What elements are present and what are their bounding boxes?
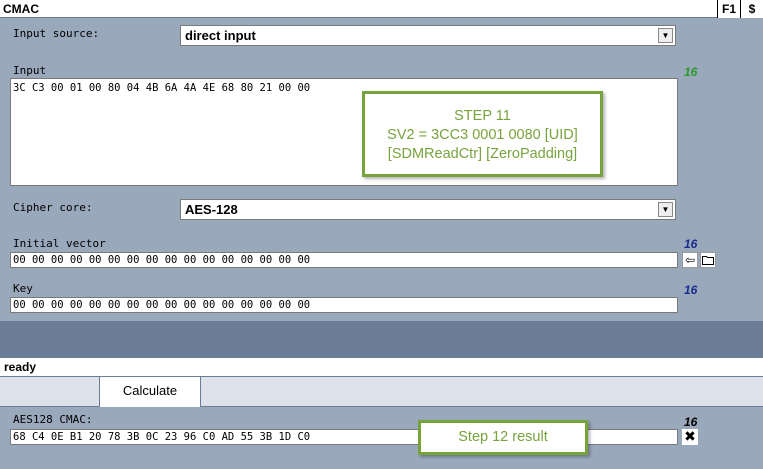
action-toolbar: Calculate xyxy=(0,377,763,407)
step11-line2: SV2 = 3CC3 0001 0080 [UID] xyxy=(387,127,578,143)
input-source-label: Input source: xyxy=(13,27,100,40)
status-text: ready xyxy=(4,360,37,374)
dropdown-arrow-icon[interactable]: ▼ xyxy=(658,28,673,43)
initial-vector-label: Initial vector xyxy=(13,237,106,250)
title-bar: CMAC F1 $ xyxy=(0,0,763,18)
swap-left-icon[interactable]: ⇦ xyxy=(682,252,698,268)
cipher-core-value: AES-128 xyxy=(185,202,238,217)
step11-title: STEP 11 xyxy=(454,108,511,124)
status-bar: ready xyxy=(0,358,763,377)
key-field[interactable]: 00 00 00 00 00 00 00 00 00 00 00 00 00 0… xyxy=(10,297,678,313)
step11-line3: [SDMReadCtr] [ZeroPadding] xyxy=(387,146,578,162)
dollar-button[interactable]: $ xyxy=(740,0,763,18)
result-panel: AES128 CMAC: 16 68 C4 0E B1 20 78 3B 0C … xyxy=(0,408,763,469)
initial-vector-field[interactable]: 00 00 00 00 00 00 00 00 00 00 00 00 00 0… xyxy=(10,252,678,268)
input-source-value: direct input xyxy=(185,28,256,43)
step11-callout: STEP 11 SV2 = 3CC3 0001 0080 [UID] [SDMR… xyxy=(362,91,603,177)
key-byte-count: 16 xyxy=(684,283,698,297)
window-title: CMAC xyxy=(3,2,39,16)
close-icon[interactable]: ✖ xyxy=(682,429,698,445)
calculate-button[interactable]: Calculate xyxy=(99,377,201,407)
input-source-select[interactable]: direct input ▼ xyxy=(180,25,676,46)
folder-open-icon[interactable] xyxy=(700,252,716,268)
help-button[interactable]: F1 xyxy=(717,0,740,18)
step12-callout: Step 12 result xyxy=(418,420,588,455)
result-value: 68 C4 0E B1 20 78 3B 0C 23 96 C0 AD 55 3… xyxy=(13,431,311,443)
input-value: 3C C3 00 01 00 80 04 4B 6A 4A 4E 68 80 2… xyxy=(13,82,311,94)
main-panel: Input source: direct input ▼ Input 16 3C… xyxy=(0,19,763,321)
result-label: AES128 CMAC: xyxy=(13,413,93,426)
key-value: 00 00 00 00 00 00 00 00 00 00 00 00 00 0… xyxy=(13,299,311,311)
initial-vector-byte-count: 16 xyxy=(684,237,698,251)
initial-vector-value: 00 00 00 00 00 00 00 00 00 00 00 00 00 0… xyxy=(13,254,311,266)
cipher-core-label: Cipher core: xyxy=(13,201,93,214)
separator-band xyxy=(0,321,763,358)
step12-text: Step 12 result xyxy=(458,429,548,445)
cipher-core-select[interactable]: AES-128 ▼ xyxy=(180,199,676,220)
input-byte-count: 16 xyxy=(684,65,698,79)
input-label: Input xyxy=(13,64,47,77)
dropdown-arrow-icon[interactable]: ▼ xyxy=(658,202,673,217)
result-byte-count: 16 xyxy=(684,415,698,429)
key-label: Key xyxy=(13,282,33,295)
